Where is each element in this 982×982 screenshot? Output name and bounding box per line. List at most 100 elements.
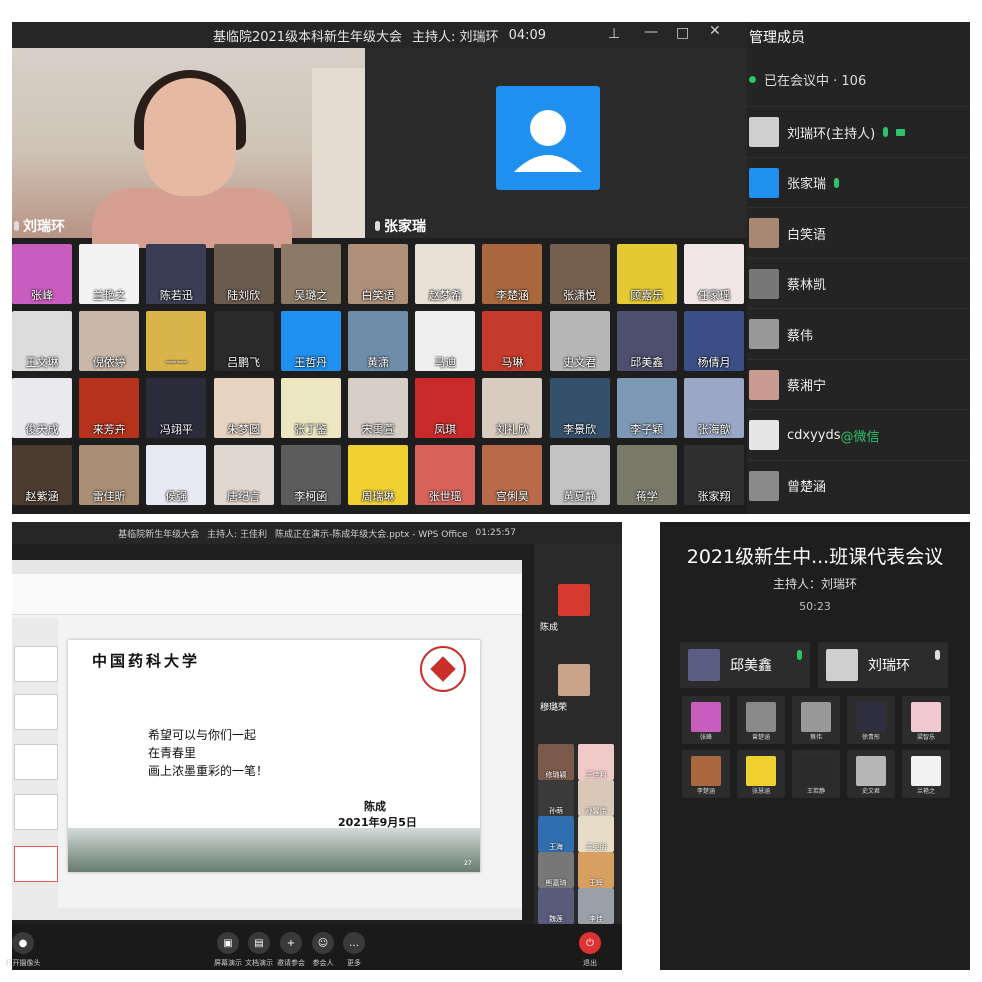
participant-tile[interactable]: 吕鹏飞 [213,311,274,371]
toolbar-button[interactable]: ▣ [217,932,239,954]
member-row[interactable]: 蔡伟 [747,308,970,359]
member-row[interactable]: 刘瑞环(主持人) [747,106,970,157]
participant-name: 李佳 [589,915,603,923]
speaker-card[interactable]: 邱美鑫 [680,642,810,688]
pin-icon[interactable]: ⊥ [608,26,620,42]
participant-tile[interactable]: 李子颖 [616,378,677,438]
member-row[interactable]: 曾楚涵 [747,459,970,511]
participant-tile[interactable]: 顾嘉乐 [616,244,677,304]
participant-tile[interactable]: 赵梦希 [415,244,476,304]
member-row[interactable]: 蔡湘宁 [747,358,970,410]
participant-tile[interactable]: 任家瑶 [684,244,744,304]
participant-tile[interactable]: 朱梦圆 [213,378,274,438]
toolbar-button[interactable]: ☺ [312,932,334,954]
university-seal-logo [420,646,466,692]
member-row[interactable]: 蔡林凯 [747,257,970,309]
toolbar-button[interactable]: + [280,932,302,954]
participant-tile[interactable]: 李柯函 [280,445,341,505]
participant-tile[interactable]: 张海歆 [684,378,744,438]
participant-card[interactable]: 蔡伟 [792,696,840,744]
participant-card[interactable]: 李楚涵 [682,750,730,798]
participant-tile[interactable]: 王哲丹 [280,311,341,371]
participant-card[interactable]: 史文君 [847,750,895,798]
video-tile-participant[interactable]: 张家瑞 [365,48,747,238]
slide-thumb[interactable] [14,794,58,830]
participant-tile[interactable]: 杨倩月 [684,311,744,371]
participant-tile[interactable]: 张家翔 [684,445,744,505]
participant-tile[interactable]: 陈若迅 [146,244,207,304]
participant-tile[interactable]: 李楚涵 [482,244,543,304]
participant-tile[interactable]: 俊天成 [12,378,72,438]
slide-thumb[interactable] [14,744,58,780]
participant-tile[interactable]: 倪依婷 [79,311,140,371]
member-row[interactable]: 白笑语 [747,207,970,258]
maximize-icon[interactable]: □ [676,25,689,41]
participant-tile[interactable]: 吴璐之 [280,244,341,304]
participant-card[interactable]: 兰艳之 [902,750,950,798]
participant-name: 周瑞琳 [361,490,395,503]
participant-tile[interactable]: 白笑语 [348,244,408,304]
participant-tile[interactable]: 王佳利 [578,744,614,780]
participant-tile[interactable]: 冯翊平 [146,378,207,438]
participant-tile[interactable]: 张峰 [12,244,72,304]
participant-tile[interactable]: 王辉 [578,852,614,888]
participant-card[interactable]: 梁智乐 [902,696,950,744]
participant-tile[interactable]: 宋禹萱 [348,378,408,438]
meeting-host: 主持人: 王佳利 [207,529,267,540]
participant-tile[interactable]: 凤琪 [415,378,476,438]
participant-tile[interactable]: 宫俐昊 [482,445,543,505]
participant-tile[interactable]: 一一 [146,311,207,371]
toolbar-button[interactable]: ⏻ [579,932,601,954]
participant-tile[interactable]: 魏莲 [538,888,574,924]
participant-tile[interactable]: 王文琳 [12,311,72,371]
participant-tile[interactable]: 来芳卉 [79,378,140,438]
participant-tile[interactable]: 李景欣 [549,378,610,438]
participant-name: 孙馨伟 [585,807,607,815]
participant-tile[interactable]: 修璐颖 [538,744,574,780]
participant-tile[interactable]: 李佳 [578,888,614,924]
participant-card[interactable]: 徐青彤 [847,696,895,744]
participant-tile[interactable]: 刘礼欣 [482,378,543,438]
participant-tile[interactable]: 蒋学 [616,445,677,505]
participant-tile[interactable]: 周瑞琳 [348,445,408,505]
avatar [749,117,779,147]
participant-tile[interactable]: 黄潇 [348,311,408,371]
participant-tile[interactable]: 黄夏静 [549,445,610,505]
participant-tile[interactable]: 邱美鑫 [616,311,677,371]
participant-tile[interactable]: 孙萌 [538,780,574,816]
member-row[interactable]: cdxyyds @微信 [747,409,970,460]
participant-card[interactable]: 张慧涵 [737,750,785,798]
toolbar-button[interactable]: ● [12,932,34,954]
minimize-icon[interactable]: — [644,24,658,40]
speaker-card[interactable]: 刘瑞环 [818,642,948,688]
participant-tile[interactable]: 马琳 [482,311,543,371]
participant-tile[interactable]: 雷佳昕 [79,445,140,505]
close-icon[interactable]: ✕ [709,23,721,39]
participant-tile[interactable]: 陆刘欣 [213,244,274,304]
participant-tile[interactable]: 张世瑶 [415,445,476,505]
slide-thumb-current[interactable] [14,846,58,882]
participant-tile[interactable]: 张潇悦 [549,244,610,304]
slide-thumb[interactable] [14,694,58,730]
member-row[interactable]: 张家瑞 [747,156,970,208]
participant-tile[interactable]: 马迪 [415,311,476,371]
participant-card[interactable]: 张峰 [682,696,730,744]
video-tile-host[interactable]: 刘瑞环 [12,48,365,248]
participant-tile[interactable]: 侯强 [146,445,207,505]
toolbar-button[interactable]: ▤ [248,932,270,954]
participant-tile[interactable]: 王奥朋 [578,816,614,852]
participant-tile[interactable]: 王海 [538,816,574,852]
participant-card[interactable]: 王若静 [792,750,840,798]
participant-tile[interactable]: 孙馨伟 [578,780,614,816]
speaker-tile[interactable] [558,664,590,696]
toolbar-button[interactable]: … [343,932,365,954]
participant-tile[interactable]: 唐纪言 [213,445,274,505]
participant-tile[interactable]: 张丁鉴 [280,378,341,438]
participant-tile[interactable]: 熊嘉琦 [538,852,574,888]
participant-tile[interactable]: 赵紫涵 [12,445,72,505]
slide-thumb[interactable] [14,646,58,682]
participant-tile[interactable]: 史文君 [549,311,610,371]
participant-card[interactable]: 曾楚涵 [737,696,785,744]
participant-tile[interactable]: 兰艳之 [79,244,140,304]
speaker-tile[interactable] [558,584,590,616]
